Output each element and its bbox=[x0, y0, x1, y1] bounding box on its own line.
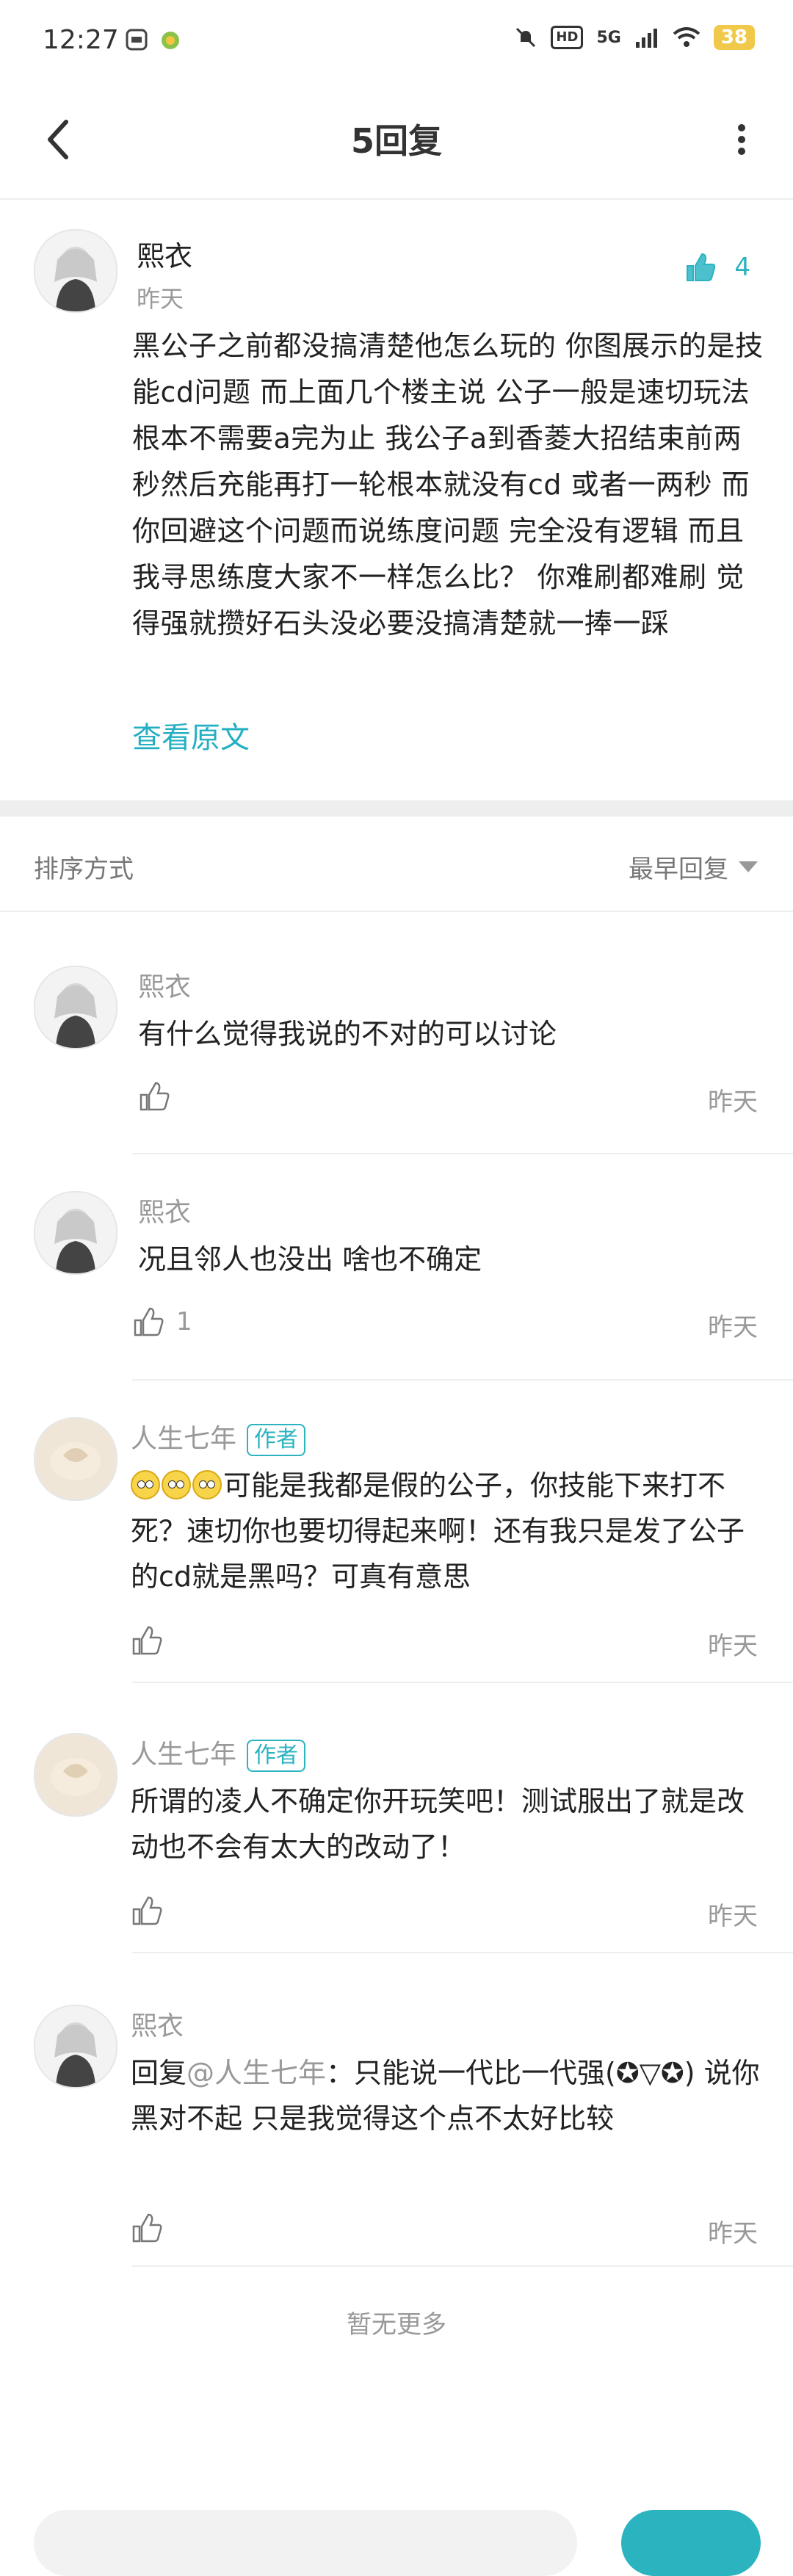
sort-row: 排序方式 最早回复 bbox=[0, 817, 793, 912]
send-button[interactable] bbox=[621, 2510, 761, 2576]
reply-input[interactable] bbox=[34, 2510, 577, 2576]
reply-like-button[interactable]: 1 bbox=[132, 1306, 192, 1338]
thumbs-up-outline-icon bbox=[132, 1626, 162, 1655]
no-more-label: 暂无更多 bbox=[347, 2310, 446, 2340]
avatar[interactable] bbox=[34, 1417, 117, 1501]
avatar[interactable] bbox=[34, 1733, 117, 1817]
avatar[interactable] bbox=[34, 966, 117, 1049]
reply-author[interactable]: 熙衣 bbox=[131, 2005, 184, 2043]
divider bbox=[132, 2265, 793, 2267]
thumbs-up-icon bbox=[687, 253, 716, 281]
page-title: 5回复 bbox=[350, 121, 442, 161]
avatar-image bbox=[35, 1734, 116, 1815]
reply-author-row: 人生七年 作者 bbox=[131, 1417, 306, 1456]
top-bar: 5回复 bbox=[0, 81, 793, 200]
author-badge: 作者 bbox=[247, 1740, 306, 1772]
main-comment: 熙衣 昨天 4 黑公子之前都没搞清楚他怎么玩的 你图展示的是技能cd问题 而上面… bbox=[0, 200, 793, 800]
eye-roll-emoji-icon bbox=[131, 1470, 160, 1499]
hd-badge: HD bbox=[551, 26, 584, 49]
avatar-image bbox=[35, 967, 116, 1048]
thumbs-up-outline-icon bbox=[132, 1896, 162, 1925]
comment-author[interactable]: 熙衣 bbox=[137, 234, 192, 274]
reply-text: 况且邻人也没出 啥也不确定 bbox=[138, 1243, 482, 1276]
app-notification-icon bbox=[126, 29, 148, 51]
reply-author[interactable]: 熙衣 bbox=[138, 966, 191, 1004]
reply-time: 昨天 bbox=[708, 1313, 758, 1342]
battery-indicator: 38 bbox=[713, 25, 755, 50]
thumbs-up-outline-icon bbox=[132, 2213, 162, 2243]
sort-label: 排序方式 bbox=[34, 855, 134, 884]
mention-link[interactable]: @人生七年 bbox=[187, 2057, 326, 2089]
reply-time: 昨天 bbox=[708, 1902, 758, 1931]
sort-selected: 最早回复 bbox=[629, 855, 728, 884]
reply-time: 昨天 bbox=[708, 1088, 758, 1117]
sort-dropdown[interactable]: 最早回复 bbox=[629, 849, 758, 885]
avatar-image bbox=[35, 2006, 116, 2087]
reply-like-button[interactable] bbox=[131, 1624, 175, 1657]
mute-icon bbox=[516, 27, 536, 48]
like-count: 4 bbox=[734, 253, 750, 282]
avatar-image bbox=[35, 1419, 116, 1499]
reply-text: 可能是我都是假的公子，你技能下来打不死？速切你也要切得起来啊！还有我只是发了公子… bbox=[131, 1469, 745, 1593]
section-divider bbox=[0, 800, 793, 817]
app-notification-icon-2 bbox=[162, 32, 179, 49]
divider bbox=[132, 1153, 793, 1154]
divider bbox=[132, 1682, 793, 1683]
reply-text-wrap: 回复@人生七年：只能说一代比一代强(✪▽✪) 说你黑对不起 只是我觉得这个点不太… bbox=[131, 2050, 762, 2141]
reply-time: 昨天 bbox=[708, 2219, 758, 2248]
wifi-icon bbox=[673, 27, 700, 47]
comment-text: 黑公子之前都没搞清楚他怎么玩的 你图展示的是技能cd问题 而上面几个楼主说 公子… bbox=[132, 330, 764, 640]
avatar-image bbox=[35, 231, 116, 311]
reply-author[interactable]: 人生七年 bbox=[131, 1424, 236, 1454]
signal-icon bbox=[635, 29, 657, 48]
avatar[interactable] bbox=[34, 229, 117, 313]
network-label: 5G bbox=[596, 28, 621, 47]
comment-time: 昨天 bbox=[137, 285, 184, 313]
reply-author[interactable]: 熙衣 bbox=[138, 1191, 191, 1229]
divider bbox=[132, 1952, 793, 1953]
status-icons: HD 5G 38 bbox=[514, 25, 755, 50]
more-button[interactable] bbox=[712, 110, 771, 169]
reply-author-row: 人生七年 作者 bbox=[131, 1733, 306, 1772]
eye-roll-emoji-icon bbox=[192, 1470, 222, 1499]
reply-prefix: 回复 bbox=[131, 2057, 187, 2089]
reply-text: 有什么觉得我说的不对的可以讨论 bbox=[138, 1018, 557, 1050]
reply-like-button[interactable] bbox=[138, 1080, 182, 1112]
status-time: 12:27 bbox=[43, 25, 119, 55]
reply-text-wrap: 可能是我都是假的公子，你技能下来打不死？速切你也要切得起来啊！还有我只是发了公子… bbox=[131, 1463, 762, 1599]
reply-text: 所谓的凌人不确定你开玩笑吧！测试服出了就是改动也不会有太大的改动了！ bbox=[131, 1785, 745, 1863]
avatar[interactable] bbox=[34, 1191, 117, 1275]
dropdown-arrow-icon bbox=[739, 861, 758, 872]
reply-like-button[interactable] bbox=[131, 1895, 175, 1927]
eye-roll-emoji-icon bbox=[162, 1470, 191, 1499]
reply-like-button[interactable] bbox=[131, 2212, 175, 2244]
author-badge: 作者 bbox=[247, 1424, 306, 1456]
reply-time: 昨天 bbox=[708, 1632, 758, 1661]
status-bar: 12:27 HD 5G 38 bbox=[0, 0, 793, 81]
more-vertical-icon bbox=[738, 124, 745, 155]
thumbs-up-outline-icon bbox=[140, 1082, 170, 1111]
divider bbox=[132, 1379, 793, 1381]
reply-like-count: 1 bbox=[176, 1307, 192, 1336]
like-button[interactable]: 4 bbox=[684, 251, 750, 283]
reply-author[interactable]: 人生七年 bbox=[131, 1740, 236, 1770]
avatar-image bbox=[35, 1193, 116, 1273]
thumbs-up-outline-icon bbox=[134, 1307, 164, 1336]
avatar[interactable] bbox=[34, 2005, 117, 2088]
view-original-link[interactable]: 查看原文 bbox=[132, 714, 250, 756]
